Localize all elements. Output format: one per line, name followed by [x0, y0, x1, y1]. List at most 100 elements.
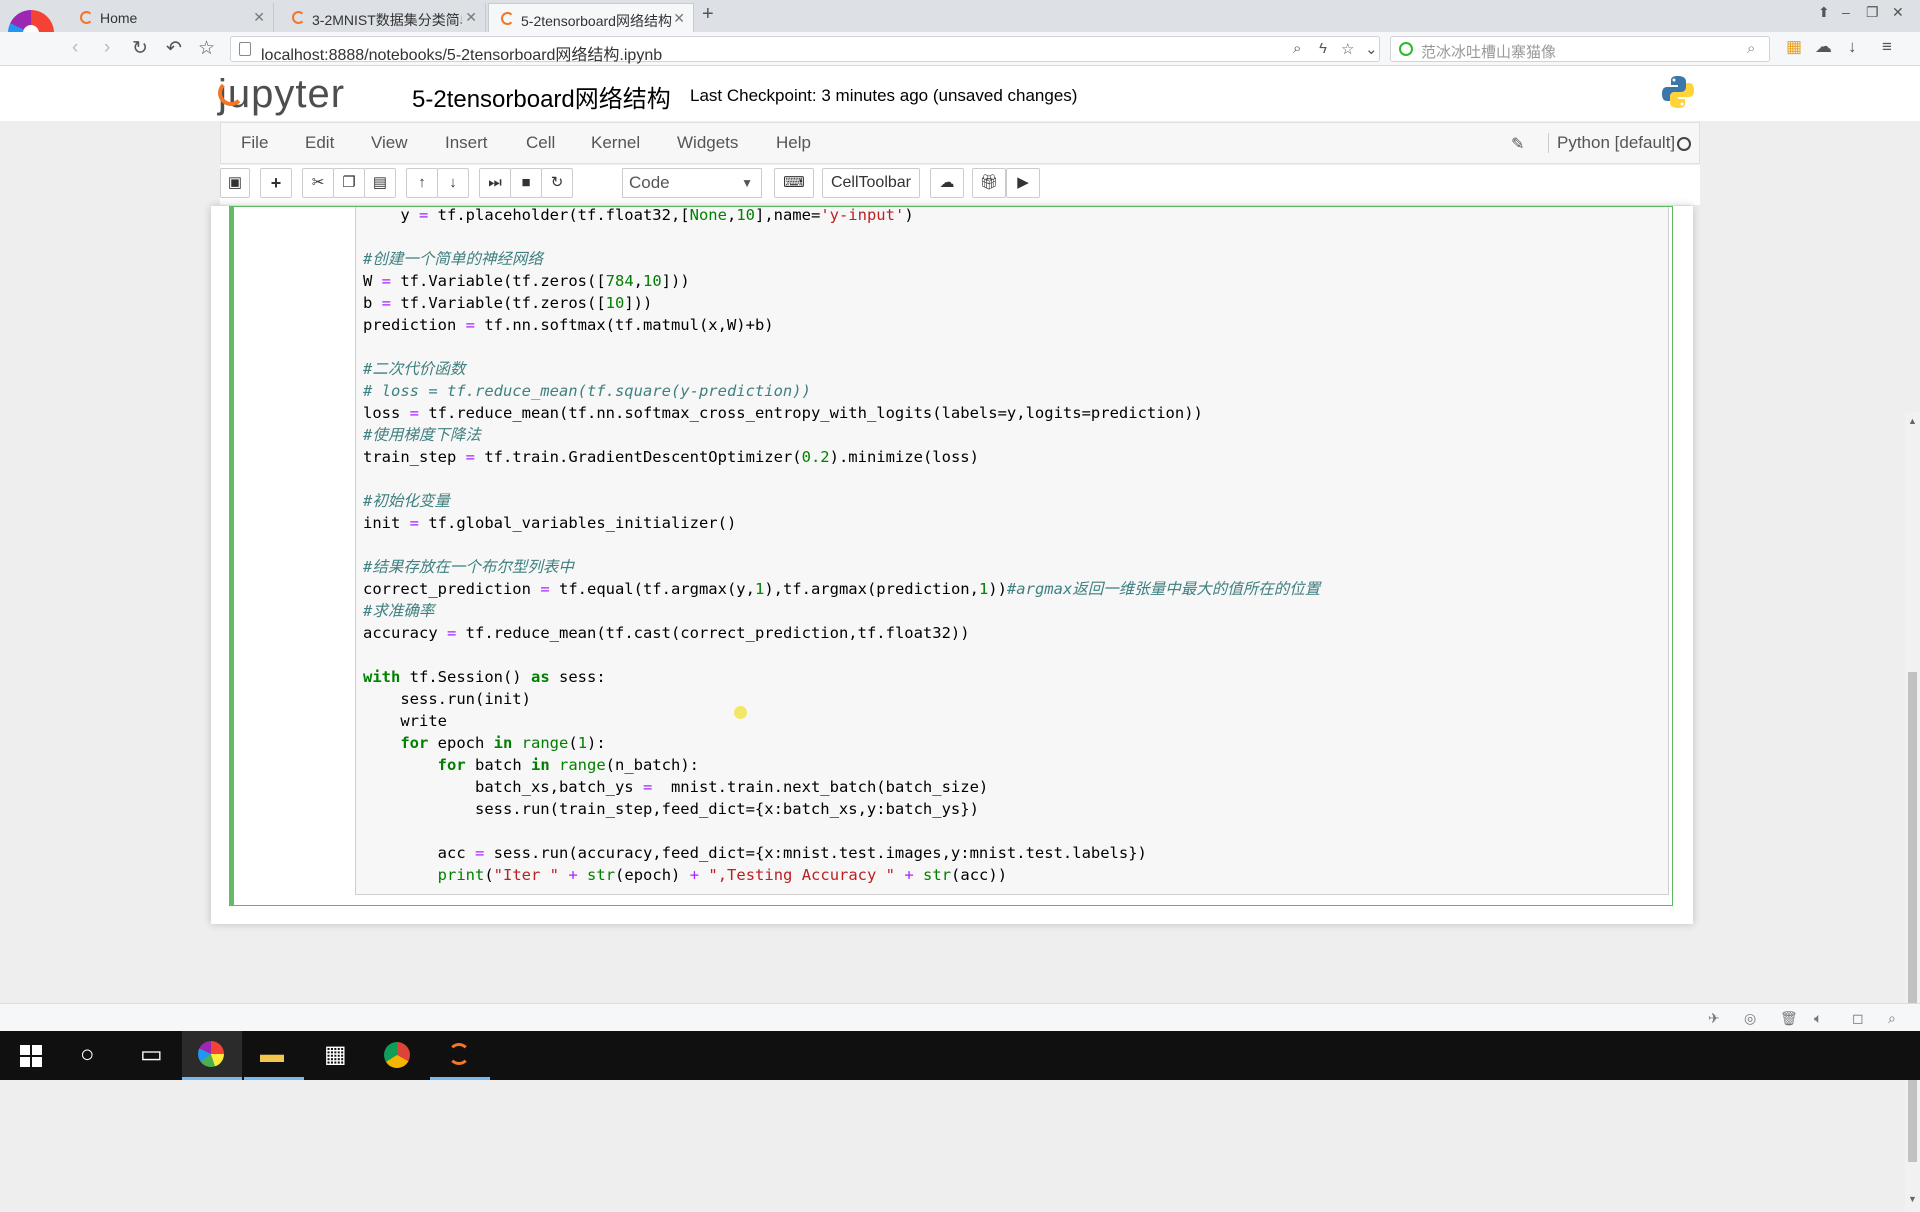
code-cell[interactable]: y = tf.placeholder(tf.float32,[None,10],… — [229, 206, 1673, 906]
slideshow-button[interactable]: ▶ — [1006, 168, 1040, 198]
scroll-up-icon[interactable]: ▲ — [1908, 416, 1917, 426]
scissors-icon: ✂ — [311, 174, 325, 191]
menu-insert[interactable]: Insert — [445, 133, 488, 153]
trash-icon[interactable]: 🗑︎ — [1780, 1010, 1798, 1027]
close-icon[interactable]: ✕ — [253, 9, 265, 26]
start-button[interactable] — [0, 1031, 60, 1080]
mouse-cursor-highlight — [734, 706, 747, 719]
code-line: train_step = tf.train.GradientDescentOpt… — [363, 448, 979, 466]
close-window-icon[interactable]: ✕ — [1892, 4, 1904, 21]
scrollbar-thumb[interactable] — [1908, 672, 1917, 1162]
zoom-icon[interactable]: ⌕ — [1888, 1010, 1896, 1027]
apps-icon[interactable]: ▦ — [1786, 37, 1802, 57]
restart-button[interactable]: ↻ — [541, 168, 573, 198]
close-icon[interactable]: ✕ — [673, 10, 685, 27]
taskbar-file-explorer[interactable]: ▬ — [244, 1031, 304, 1080]
page-icon — [239, 42, 251, 56]
download-icon[interactable]: ↓ — [1848, 37, 1857, 57]
code-line: sess.run(init) — [363, 690, 531, 708]
run-button[interactable]: ⏭ — [479, 168, 511, 198]
volume-icon[interactable]: 🔈︎ — [1814, 1010, 1822, 1027]
back-icon[interactable]: ‹ — [72, 37, 78, 59]
taskbar-store[interactable]: ▦ — [306, 1031, 366, 1080]
jupyter-header: jupyter 5-2tensorboard网络结构 Last Checkpoi… — [0, 66, 1920, 121]
tab-mnist[interactable]: 3-2MNIST数据集分类简单 ✕ — [280, 3, 486, 32]
upload-button[interactable]: ☁ — [930, 168, 964, 198]
menu-cell[interactable]: Cell — [526, 133, 555, 153]
chevron-down-icon[interactable]: ⌄ — [1365, 40, 1378, 58]
gift-button[interactable]: 🎁︎ — [972, 168, 1006, 198]
menu-file[interactable]: File — [241, 133, 268, 153]
pin-icon[interactable]: ✈ — [1708, 1010, 1720, 1027]
close-icon[interactable]: ✕ — [465, 9, 477, 26]
pin-icon[interactable]: ⬆ — [1818, 4, 1830, 21]
plus-icon: + — [270, 173, 282, 193]
copy-button[interactable]: ❐ — [333, 168, 365, 198]
search-box[interactable]: 范冰冰吐槽山寨猫像 ⌕ — [1390, 36, 1770, 62]
taskbar-browser[interactable] — [182, 1031, 242, 1080]
star-icon[interactable]: ☆ — [1341, 40, 1354, 58]
minimize-icon[interactable]: – — [1842, 4, 1850, 20]
arrow-down-icon: ↓ — [449, 174, 457, 191]
search-icon[interactable]: ⌕ — [1747, 40, 1755, 57]
menu-widgets[interactable]: Widgets — [677, 133, 738, 153]
kernel-name[interactable]: Python [default] — [1548, 133, 1675, 153]
paste-button[interactable]: ▤ — [364, 168, 396, 198]
tab-home[interactable]: Home ✕ — [68, 3, 274, 32]
lightning-icon[interactable]: ϟ — [1319, 40, 1327, 57]
code-content[interactable]: y = tf.placeholder(tf.float32,[None,10],… — [363, 204, 1320, 886]
tab-tensorboard[interactable]: 5-2tensorboard网络结构 ✕ — [488, 3, 694, 32]
windows-start-icon — [20, 1045, 42, 1067]
code-line: loss = tf.reduce_mean(tf.nn.softmax_cros… — [363, 404, 1203, 422]
menu-icon[interactable]: ≡ — [1882, 37, 1892, 57]
bookmark-star-icon[interactable]: ☆ — [198, 37, 215, 60]
menu-edit[interactable]: Edit — [305, 133, 334, 153]
cell-type-select[interactable]: Code ▼ — [622, 168, 762, 198]
search-input[interactable]: 范冰冰吐槽山寨猫像 — [1421, 41, 1556, 62]
chevron-down-icon: ▼ — [741, 176, 753, 190]
reload-icon[interactable]: ↻ — [132, 37, 148, 60]
move-up-button[interactable]: ↑ — [406, 168, 438, 198]
move-down-button[interactable]: ↓ — [437, 168, 469, 198]
address-toolbar: ‹ › ↻ ↶ ☆ localhost:8888/notebooks/5-2te… — [0, 32, 1920, 66]
new-tab-button[interactable]: + — [702, 3, 714, 26]
vertical-scrollbar[interactable]: ▲ ▼ — [1905, 412, 1920, 1212]
save-icon: ▣ — [227, 174, 243, 191]
pencil-icon[interactable]: ✎ — [1511, 134, 1524, 154]
menu-help[interactable]: Help — [776, 133, 811, 153]
url-bar[interactable]: localhost:8888/notebooks/5-2tensorboard网… — [230, 36, 1380, 65]
url-text[interactable]: localhost:8888/notebooks/5-2tensorboard网… — [261, 41, 662, 65]
cloud-icon[interactable]: ☁ — [1815, 37, 1832, 57]
search-button[interactable]: ○ — [60, 1031, 120, 1080]
scroll-down-icon[interactable]: ▼ — [1908, 1194, 1917, 1204]
interrupt-button[interactable]: ■ — [510, 168, 542, 198]
window-icon[interactable]: ◻ — [1852, 1010, 1864, 1027]
task-view-icon: ▭ — [140, 1041, 163, 1068]
undo-icon[interactable]: ↶ — [166, 37, 182, 60]
code-editor[interactable]: y = tf.placeholder(tf.float32,[None,10],… — [355, 204, 1669, 895]
taskbar-jupyter[interactable] — [430, 1031, 490, 1080]
jupyter-favicon-icon — [80, 11, 93, 24]
code-line: #创建一个简单的神经网络 — [363, 250, 543, 268]
insert-cell-button[interactable]: + — [260, 168, 292, 198]
notebook-title[interactable]: 5-2tensorboard网络结构 — [412, 79, 671, 114]
zoom-icon[interactable]: ⌕ — [1293, 40, 1301, 57]
play-icon: ▶ — [1017, 174, 1029, 191]
menu-view[interactable]: View — [371, 133, 408, 153]
speed-icon[interactable]: ◎ — [1744, 1010, 1756, 1027]
code-line: #使用梯度下降法 — [363, 426, 481, 444]
taskbar-chrome[interactable] — [368, 1031, 428, 1080]
command-palette-button[interactable]: ⌨ — [774, 168, 814, 198]
code-line: # loss = tf.reduce_mean(tf.square(y-pred… — [363, 382, 811, 400]
notebook-toolbar: ▣ + ✂ ❐ ▤ ↑ ↓ ⏭ ■ ↻ Code ▼ ⌨ CellToolbar… — [220, 165, 1700, 205]
menu-kernel[interactable]: Kernel — [591, 133, 640, 153]
task-view-button[interactable]: ▭ — [120, 1031, 180, 1080]
save-button[interactable]: ▣ — [220, 168, 250, 198]
forward-icon[interactable]: › — [104, 37, 110, 59]
menu-bar: File Edit View Insert Cell Kernel Widget… — [220, 122, 1700, 164]
celltoolbar-button[interactable]: CellToolbar — [822, 168, 920, 198]
cut-button[interactable]: ✂ — [302, 168, 334, 198]
maximize-icon[interactable]: ❐ — [1866, 4, 1879, 21]
